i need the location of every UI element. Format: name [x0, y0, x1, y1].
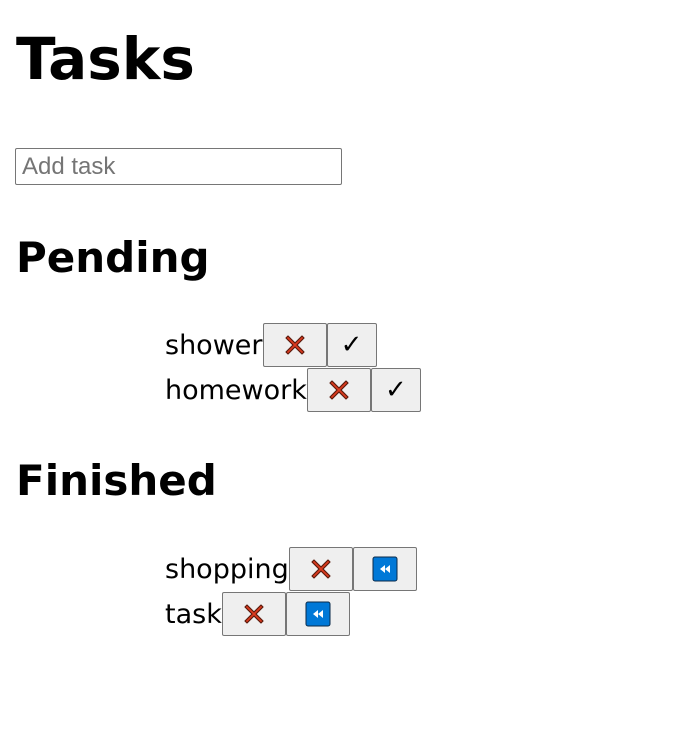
complete-button[interactable]: ✓ — [370, 368, 421, 412]
page-title: Tasks — [16, 25, 195, 93]
task-label: homework — [165, 374, 307, 406]
add-task-input[interactable] — [15, 148, 342, 185]
task-label: shopping — [165, 553, 289, 585]
list-item: shower ✓ — [165, 323, 421, 367]
complete-button[interactable]: ✓ — [326, 323, 377, 367]
check-icon: ✓ — [340, 330, 363, 360]
restore-button[interactable] — [285, 592, 350, 636]
pending-heading: Pending — [16, 233, 210, 282]
finished-heading: Finished — [16, 456, 217, 505]
delete-button[interactable] — [262, 323, 327, 367]
list-item: task — [165, 592, 417, 636]
delete-button[interactable] — [221, 592, 286, 636]
check-icon: ✓ — [384, 375, 407, 405]
pending-list: shower ✓ homework ✓ — [165, 323, 421, 412]
cross-mark-icon — [311, 559, 331, 579]
task-label: shower — [165, 329, 263, 361]
cross-mark-icon — [284, 335, 305, 355]
list-item: homework ✓ — [165, 368, 421, 412]
task-label: task — [165, 598, 222, 630]
cross-mark-icon — [244, 604, 264, 624]
cross-mark-icon — [329, 380, 349, 400]
rewind-icon — [372, 556, 398, 582]
delete-button[interactable] — [306, 368, 371, 412]
list-item: shopping — [165, 547, 417, 591]
delete-button[interactable] — [288, 547, 353, 591]
rewind-icon — [305, 601, 331, 627]
finished-list: shopping task — [165, 547, 417, 636]
restore-button[interactable] — [352, 547, 417, 591]
